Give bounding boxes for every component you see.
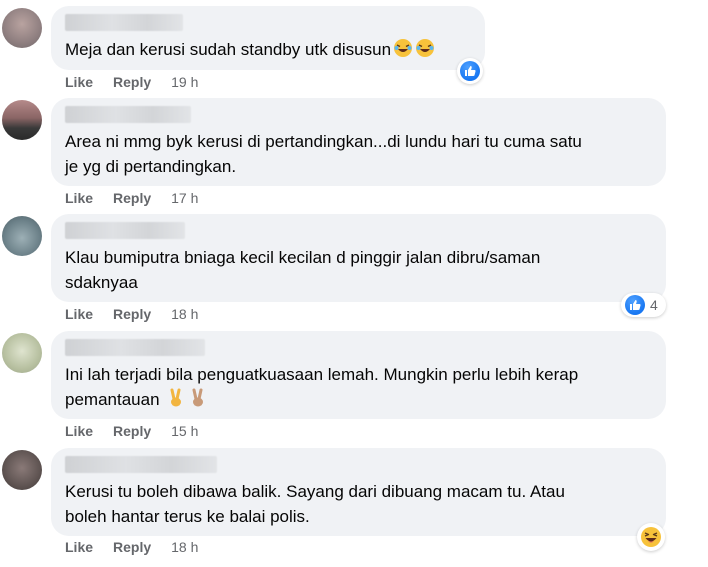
timestamp[interactable]: 19 h [171,74,198,90]
author-name-blurred[interactable] [65,106,191,123]
victory-hand-icon [192,388,204,407]
like-icon [625,295,645,315]
comment-text: Kerusi tu boleh dibawa balik. Sayang dar… [65,482,565,526]
like-button[interactable]: Like [65,190,93,206]
reaction-badge[interactable] [457,58,483,84]
reaction-badge[interactable] [637,523,665,551]
comment-text: Ini lah terjadi bila penguatkuasaan lema… [65,365,579,409]
comment-text: Meja dan kerusi sudah standby utk disusu… [65,40,392,59]
reaction-badge[interactable]: 4 [621,293,666,317]
comment-bubble: Kerusi tu boleh dibawa balik. Sayang dar… [51,448,666,536]
avatar[interactable] [2,100,42,140]
like-button[interactable]: Like [65,306,93,322]
timestamp[interactable]: 18 h [171,306,198,322]
comment-actions: Like Reply 17 h [65,190,198,206]
timestamp[interactable]: 18 h [171,539,198,555]
avatar[interactable] [2,450,42,490]
comment-text: Klau bumiputra bniaga kecil kecilan d pi… [65,248,541,292]
comment-text: Area ni mmg byk kerusi di pertandingkan.… [65,132,582,176]
reaction-count: 4 [650,297,658,313]
comment-bubble: Area ni mmg byk kerusi di pertandingkan.… [51,98,666,186]
reply-button[interactable]: Reply [113,539,151,555]
comment-actions: Like Reply 18 h [65,539,198,555]
avatar[interactable] [2,216,42,256]
comment-actions: Like Reply 15 h [65,423,198,439]
like-button[interactable]: Like [65,539,93,555]
like-button[interactable]: Like [65,74,93,90]
laughing-face-icon [416,39,435,57]
comment-bubble: Meja dan kerusi sudah standby utk disusu… [51,6,485,70]
laughing-face-icon [394,39,413,57]
comment-actions: Like Reply 19 h [65,74,198,90]
timestamp[interactable]: 15 h [171,423,198,439]
haha-icon [641,527,661,547]
timestamp[interactable]: 17 h [171,190,198,206]
comment-actions: Like Reply 18 h [65,306,198,322]
reply-button[interactable]: Reply [113,306,151,322]
comment-bubble: Klau bumiputra bniaga kecil kecilan d pi… [51,214,666,302]
like-button[interactable]: Like [65,423,93,439]
victory-hand-icon [170,388,182,407]
comment-bubble: Ini lah terjadi bila penguatkuasaan lema… [51,331,666,419]
author-name-blurred[interactable] [65,339,205,356]
reply-button[interactable]: Reply [113,74,151,90]
reply-button[interactable]: Reply [113,190,151,206]
author-name-blurred[interactable] [65,222,185,239]
avatar[interactable] [2,333,42,373]
author-name-blurred[interactable] [65,456,217,473]
like-icon [460,61,480,81]
reply-button[interactable]: Reply [113,423,151,439]
avatar[interactable] [2,8,42,48]
author-name-blurred[interactable] [65,14,183,31]
